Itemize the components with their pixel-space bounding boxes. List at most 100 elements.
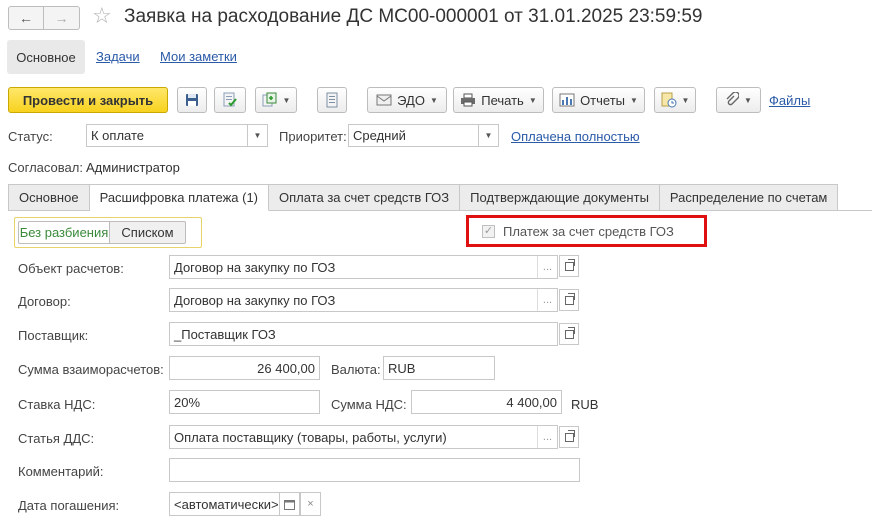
edo-button[interactable]: ЭДО ▼ <box>367 87 447 113</box>
tab-bar: Основное Расшифровка платежа (1) Оплата … <box>8 184 839 211</box>
attachments-menu-button[interactable]: ▼ <box>654 87 696 113</box>
history-nav: ← → <box>8 6 82 30</box>
favorite-star-icon[interactable]: ☆ <box>92 4 112 28</box>
chevron-down-icon: ▼ <box>429 95 438 105</box>
calendar-icon <box>284 499 295 510</box>
open-cash-flow-button[interactable] <box>559 426 579 448</box>
tab-goz-payment[interactable]: Оплата за счет средств ГОЗ <box>269 184 461 211</box>
due-date-value: <автоматически> <box>174 496 279 512</box>
chevron-down-icon: ▼ <box>744 95 752 105</box>
edo-label: ЭДО <box>397 92 425 108</box>
select-dots-button[interactable]: ... <box>537 426 557 448</box>
post-document-icon <box>223 92 237 107</box>
open-icon <box>564 258 575 271</box>
arrow-right-icon: → <box>54 10 69 26</box>
amount-field[interactable]: 26 400,00 <box>169 356 320 380</box>
select-dots-button[interactable]: ... <box>537 256 557 278</box>
back-button[interactable]: ← <box>8 6 44 30</box>
post-button[interactable] <box>214 87 246 113</box>
goz-payment-checkbox[interactable]: ✓ <box>482 225 495 238</box>
chevron-down-icon: ▼ <box>282 95 291 105</box>
contract-label: Договор: <box>18 294 71 309</box>
chevron-down-icon: ▼ <box>681 95 690 105</box>
structure-button[interactable] <box>317 87 347 113</box>
list-option[interactable]: Списком <box>110 221 186 244</box>
reports-icon <box>559 93 575 107</box>
clear-button[interactable]: × <box>300 492 321 516</box>
status-select[interactable]: К оплате ▼ <box>86 124 268 147</box>
close-icon: × <box>307 498 314 510</box>
settlement-object-value: Договор на закупку по ГОЗ <box>174 259 336 275</box>
chevron-down-icon[interactable]: ▼ <box>478 125 498 146</box>
open-icon <box>564 292 575 305</box>
tab-main[interactable]: Основное <box>8 184 90 211</box>
vat-rate-field[interactable]: 20% <box>169 390 320 414</box>
reports-label: Отчеты <box>580 92 625 108</box>
approved-label: Согласовал: <box>8 160 83 175</box>
tab-supporting-docs[interactable]: Подтверждающие документы <box>460 184 660 211</box>
create-based-on-icon <box>262 92 277 107</box>
settlement-object-field[interactable]: Договор на закупку по ГОЗ ... <box>169 255 558 279</box>
nav-notes[interactable]: Мои заметки <box>160 49 237 64</box>
vat-rate-label: Ставка НДС: <box>18 397 96 412</box>
open-settlement-object-button[interactable] <box>559 255 579 277</box>
create-based-on-button[interactable]: ▼ <box>255 87 297 113</box>
tab-payment-breakdown[interactable]: Расшифровка платежа (1) <box>89 184 270 211</box>
floppy-disk-icon <box>186 94 198 106</box>
printer-icon <box>461 93 476 107</box>
supplier-label: Поставщик: <box>18 328 89 343</box>
vat-rate-value: 20% <box>174 394 201 410</box>
paperclip-icon <box>726 92 740 106</box>
window-title: Заявка на расходование ДС МС00-000001 от… <box>124 6 703 27</box>
comment-field[interactable] <box>169 458 580 482</box>
settlement-object-label: Объект расчетов: <box>18 261 124 276</box>
select-dots-button[interactable]: ... <box>537 289 557 311</box>
save-button[interactable] <box>177 87 207 113</box>
vat-currency: RUB <box>571 397 599 412</box>
nav-main[interactable]: Основное <box>7 40 85 74</box>
document-list-icon <box>326 92 338 108</box>
status-value: К оплате <box>91 128 145 143</box>
forward-button[interactable]: → <box>44 6 80 30</box>
no-split-option[interactable]: Без разбиения <box>18 221 110 244</box>
document-clock-icon <box>661 92 677 108</box>
tab-account-distribution[interactable]: Распределение по счетам <box>659 184 839 211</box>
amount-value: 26 400,00 <box>257 360 315 376</box>
currency-value: RUB <box>388 360 416 376</box>
comment-label: Комментарий: <box>18 464 104 479</box>
goz-payment-label: Платеж за счет средств ГОЗ <box>503 224 674 239</box>
chevron-down-icon: ▼ <box>528 95 537 105</box>
open-contract-button[interactable] <box>559 289 579 311</box>
due-date-field[interactable]: <автоматически> <box>169 492 279 516</box>
vat-amount-field[interactable]: 4 400,00 <box>411 390 562 414</box>
print-button[interactable]: Печать ▼ <box>453 87 544 113</box>
contract-value: Договор на закупку по ГОЗ <box>174 292 336 308</box>
open-supplier-button[interactable] <box>559 323 579 345</box>
due-date-label: Дата погашения: <box>18 498 120 513</box>
supplier-field[interactable]: _Поставщик ГОЗ <box>169 322 558 346</box>
calendar-button[interactable] <box>279 492 300 516</box>
open-icon <box>564 429 575 442</box>
priority-select[interactable]: Средний ▼ <box>348 124 499 147</box>
cash-flow-field[interactable]: Оплата поставщику (товары, работы, услуг… <box>169 425 558 449</box>
files-link[interactable]: Файлы <box>769 93 810 108</box>
post-and-close-button[interactable]: Провести и закрыть <box>8 87 168 113</box>
edo-icon <box>376 94 392 106</box>
vat-amount-label: Сумма НДС: <box>331 397 407 412</box>
nav-tasks[interactable]: Задачи <box>96 49 140 64</box>
approved-value: Администратор <box>86 160 180 175</box>
contract-field[interactable]: Договор на закупку по ГОЗ ... <box>169 288 558 312</box>
open-icon <box>564 326 575 339</box>
chevron-down-icon[interactable]: ▼ <box>247 125 267 146</box>
currency-field[interactable]: RUB <box>383 356 495 380</box>
currency-label: Валюта: <box>331 362 381 377</box>
cash-flow-label: Статья ДДС: <box>18 431 95 446</box>
arrow-left-icon: ← <box>19 10 33 26</box>
chevron-down-icon: ▼ <box>630 95 638 105</box>
cash-flow-value: Оплата поставщику (товары, работы, услуг… <box>174 429 447 445</box>
paid-fully-link[interactable]: Оплачена полностью <box>511 129 640 144</box>
reports-button[interactable]: Отчеты ▼ <box>552 87 645 113</box>
attach-file-button[interactable]: ▼ <box>716 87 761 113</box>
split-mode-toggle: Без разбиения Списком <box>14 217 202 248</box>
priority-value: Средний <box>353 128 406 143</box>
